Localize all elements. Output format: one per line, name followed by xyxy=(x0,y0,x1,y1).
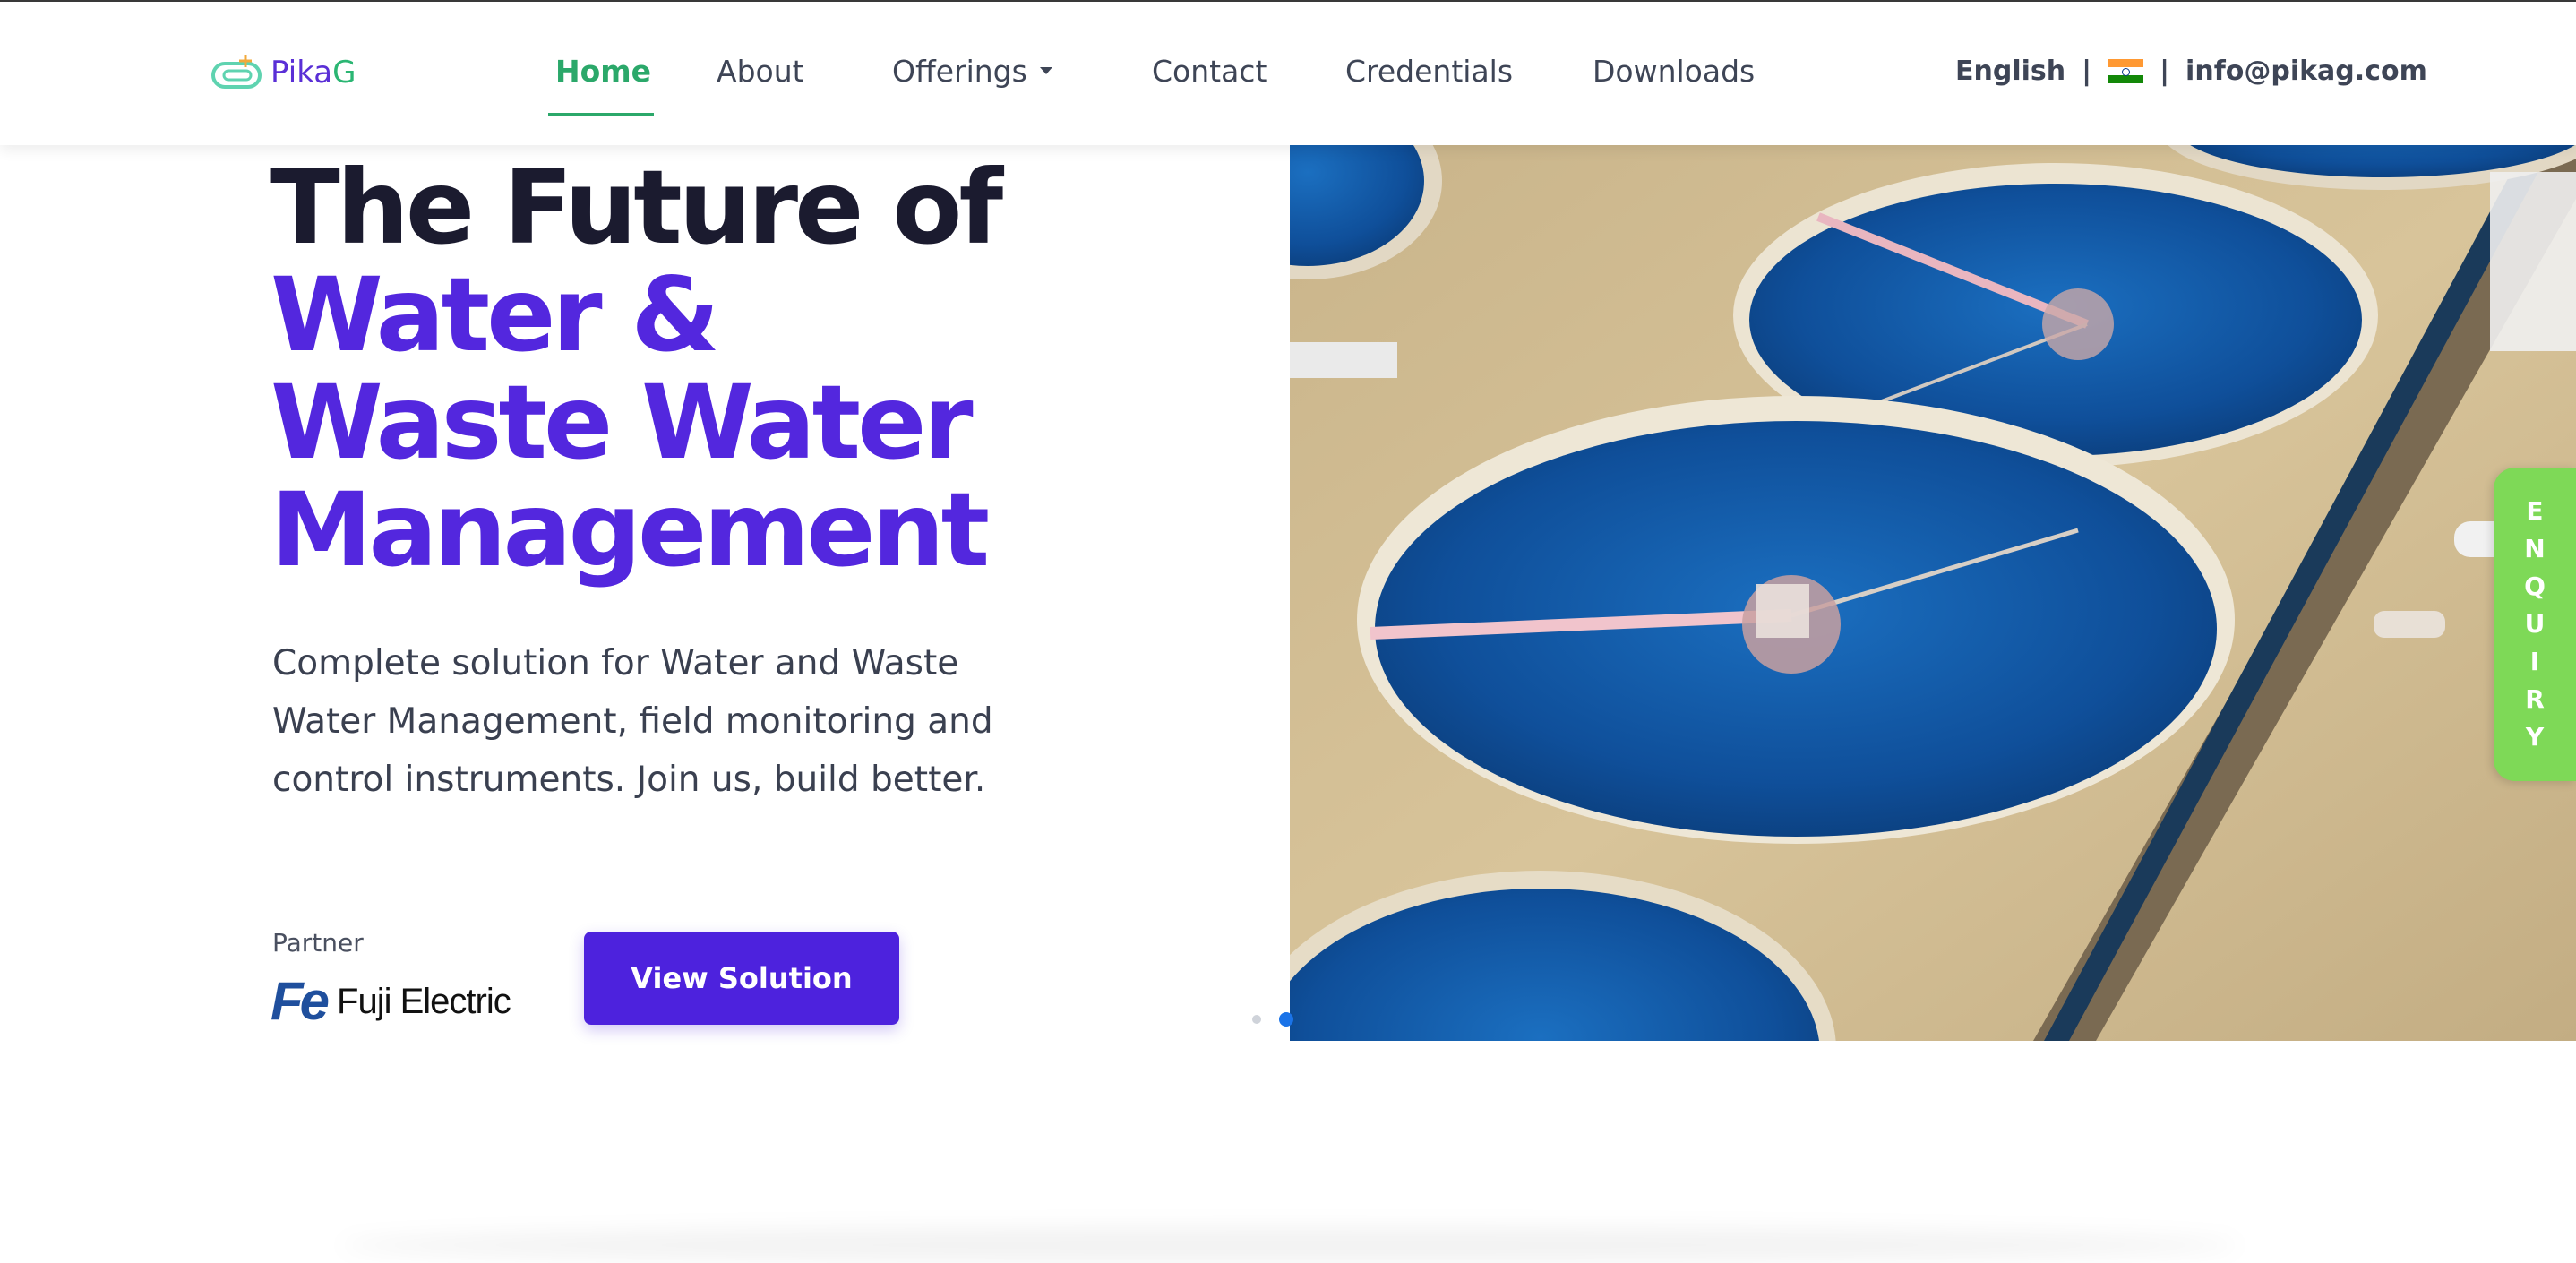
enquiry-letter: Q xyxy=(2524,571,2546,601)
hero-description: Complete solution for Water and Waste Wa… xyxy=(272,643,993,800)
enquiry-letter: N xyxy=(2524,534,2546,563)
partner-name: Fuji Electric xyxy=(337,981,511,1021)
fuji-electric-mark: Fe xyxy=(270,971,330,1031)
enquiry-letter: R xyxy=(2525,684,2545,714)
hero-title-line3: Waste Water xyxy=(270,363,974,482)
hero-title: The Future of Water & Waste Water Manage… xyxy=(270,154,1256,584)
nav-downloads[interactable]: Downloads xyxy=(1593,54,1755,89)
next-section-shadow xyxy=(340,1227,2239,1263)
india-flag-icon[interactable] xyxy=(2108,58,2144,84)
brand-logo[interactable]: PikaG xyxy=(211,50,356,95)
header-utility: English | | info@pikag.com xyxy=(1955,56,2427,87)
nav-credentials[interactable]: Credentials xyxy=(1345,54,1513,89)
enquiry-letter: Y xyxy=(2525,722,2545,752)
view-solution-button[interactable]: View Solution xyxy=(584,932,899,1025)
carousel-dot-active[interactable] xyxy=(1279,1012,1293,1027)
hero-title-line1: The Future of xyxy=(270,148,1003,267)
pikag-logo-icon xyxy=(211,55,262,89)
hero-title-line2: Water & xyxy=(270,255,720,374)
nav-about[interactable]: About xyxy=(717,54,804,89)
site-header: PikaG Home About Offerings Contact Crede… xyxy=(0,2,2576,145)
nav-active-indicator xyxy=(548,113,654,116)
nav-offerings[interactable]: Offerings xyxy=(892,54,1052,89)
nav-home[interactable]: Home xyxy=(555,54,651,89)
enquiry-tab[interactable]: E N Q U I R Y xyxy=(2494,468,2576,781)
carousel-dot[interactable] xyxy=(1252,1015,1261,1024)
email-link[interactable]: info@pikag.com xyxy=(2185,56,2427,87)
chevron-down-icon xyxy=(1039,66,1052,74)
nav-offerings-label: Offerings xyxy=(892,54,1027,89)
water-treatment-plant-illustration xyxy=(1290,145,2576,1041)
fuji-electric-logo: Fe Fuji Electric xyxy=(270,975,511,1028)
separator: | xyxy=(2160,56,2170,87)
enquiry-letter: E xyxy=(2526,496,2544,526)
nav-contact[interactable]: Contact xyxy=(1152,54,1267,89)
enquiry-letter: U xyxy=(2524,609,2546,639)
enquiry-letter: I xyxy=(2529,647,2540,676)
carousel-dots xyxy=(1252,1012,1311,1027)
separator: | xyxy=(2082,56,2092,87)
hero-image-water-treatment xyxy=(1290,145,2576,1041)
brand-name: PikaG xyxy=(270,55,356,90)
partner-label: Partner xyxy=(272,928,364,958)
language-selector[interactable]: English xyxy=(1955,56,2065,87)
hero-title-line4: Management xyxy=(270,470,990,589)
